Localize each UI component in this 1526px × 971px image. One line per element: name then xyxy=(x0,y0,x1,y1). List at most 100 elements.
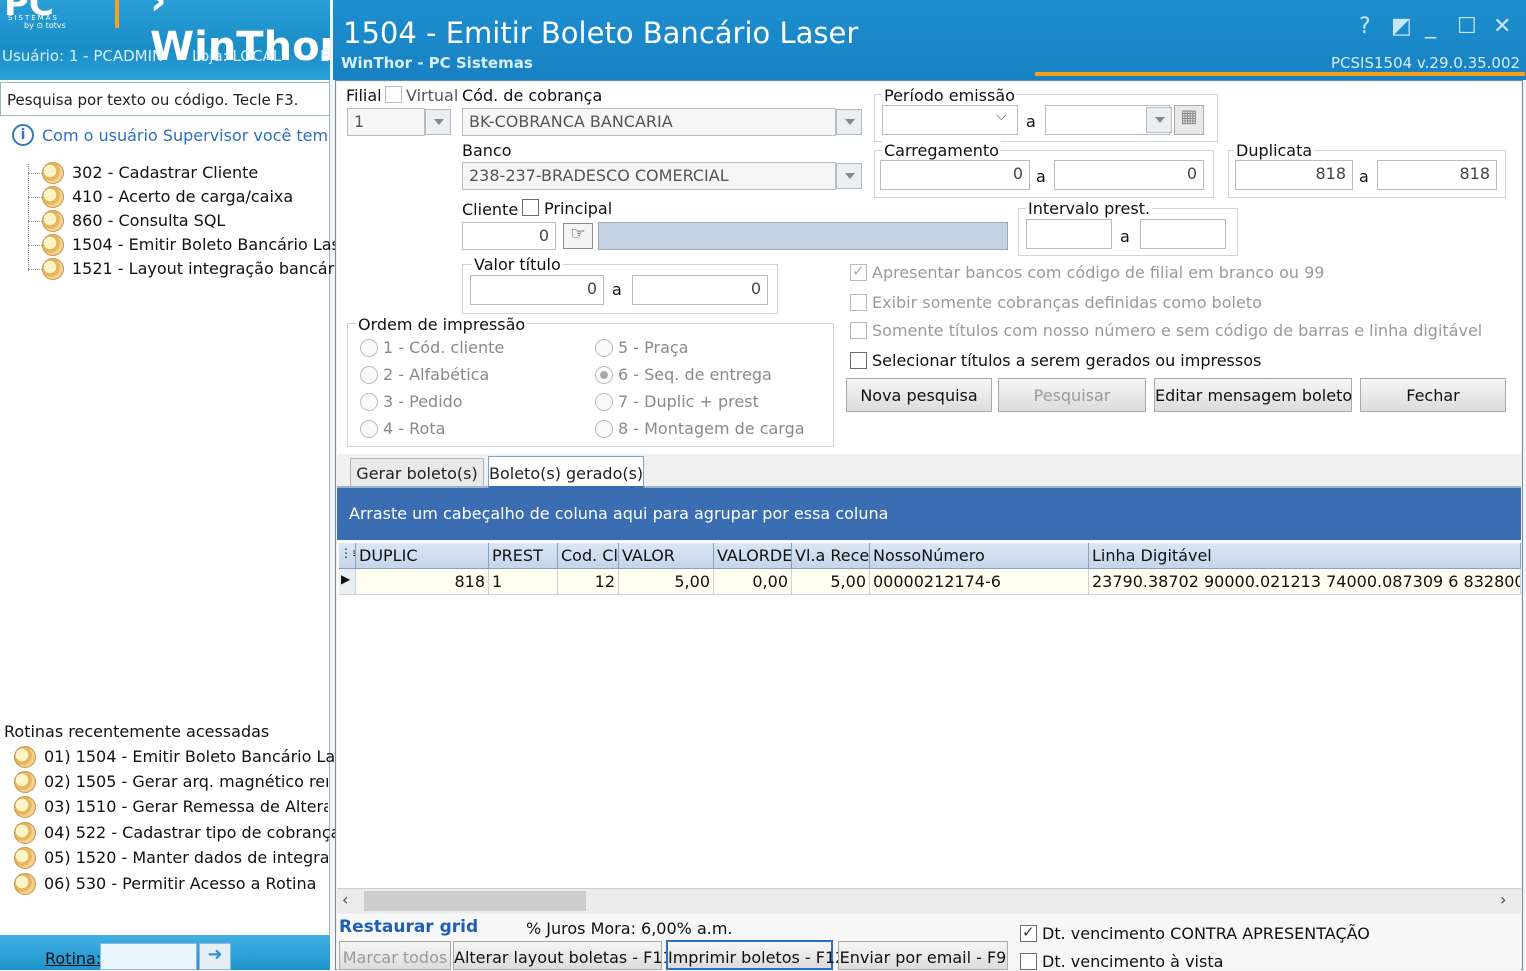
edit-window-icon[interactable]: ◩ xyxy=(1391,14,1412,39)
table-row-cell-valorde[interactable]: 0,00 xyxy=(714,569,792,595)
table-row-cell-nosso-numero[interactable]: 00000212174-6 xyxy=(870,569,1089,595)
chevron-down-icon[interactable] xyxy=(836,109,862,135)
tree-item-1521[interactable]: 1521 - Layout integração bancária xyxy=(72,259,348,278)
intervalo-de-input[interactable] xyxy=(1026,219,1112,249)
ordem-option-5: 5 - Praça xyxy=(618,338,689,357)
dt-vista-checkbox[interactable] xyxy=(1020,953,1037,970)
col-header-duplic[interactable]: DUPLIC xyxy=(356,543,489,569)
scrollbar-thumb[interactable] xyxy=(364,891,586,911)
chevron-down-icon[interactable] xyxy=(425,109,451,135)
alterar-layout-button[interactable]: Alterar layout boletas - F11 xyxy=(453,941,673,970)
virtual-checkbox[interactable] xyxy=(385,86,402,103)
chevron-down-icon[interactable]: ⌵ xyxy=(996,108,1007,124)
scroll-right-icon[interactable]: › xyxy=(1500,890,1506,909)
tab-gerar-boletos[interactable]: Gerar boleto(s) xyxy=(350,458,484,486)
tree-item-302[interactable]: 302 - Cadastrar Cliente xyxy=(72,163,258,182)
recent-item-2[interactable]: 02) 1505 - Gerar arq. magnético remess xyxy=(44,772,328,791)
col-header-cod-cliente[interactable]: Cod. Cl xyxy=(558,543,619,569)
cobranca-label: Cód. de cobrança xyxy=(462,86,603,105)
group-by-bar[interactable]: Arraste um cabeçalho de coluna aqui para… xyxy=(337,488,1521,540)
table-row-cell-vl-receber[interactable]: 5,00 xyxy=(792,569,870,595)
tree-item-410[interactable]: 410 - Acerto de carga/caixa xyxy=(72,187,293,206)
exibir-boleto-checkbox[interactable] xyxy=(850,294,867,311)
cliente-name-field xyxy=(598,222,1008,250)
ordem-radio-7[interactable] xyxy=(595,393,613,411)
pesquisar-button[interactable]: Pesquisar xyxy=(998,378,1146,412)
chevron-down-icon[interactable] xyxy=(1146,107,1172,133)
arrow-right-icon[interactable]: ➜ xyxy=(199,943,231,970)
duplicata-de-input[interactable]: 818 xyxy=(1235,160,1353,190)
col-header-valorde[interactable]: VALORDE xyxy=(714,543,792,569)
ordem-radio-1[interactable] xyxy=(360,339,378,357)
recent-item-5[interactable]: 05) 1520 - Manter dados de integração xyxy=(44,848,328,867)
range-separator: a xyxy=(1359,167,1369,186)
col-header-valor[interactable]: VALOR xyxy=(619,543,714,569)
ordem-radio-6[interactable] xyxy=(595,366,613,384)
col-header-vl-receber[interactable]: Vl.a Recel xyxy=(792,543,870,569)
intervalo-ate-input[interactable] xyxy=(1140,219,1226,249)
nova-pesquisa-button[interactable]: Nova pesquisa xyxy=(846,378,992,412)
rotina-bar: Rotina: ➜ xyxy=(0,935,330,970)
window-title-bar: 1504 - Emitir Boleto Bancário Laser WinT… xyxy=(333,0,1526,80)
col-header-prest[interactable]: PREST xyxy=(489,543,558,569)
tree-item-860[interactable]: 860 - Consulta SQL xyxy=(72,211,225,230)
table-row-cell-duplic[interactable]: 818 xyxy=(356,569,489,595)
recent-item-6[interactable]: 06) 530 - Permitir Acesso a Rotina xyxy=(44,874,316,893)
table-row-cell-prest[interactable]: 1 xyxy=(489,569,558,595)
ordem-radio-5[interactable] xyxy=(595,339,613,357)
cobranca-select[interactable]: BK-COBRANCA BANCARIA xyxy=(462,108,836,136)
minimize-icon[interactable]: _ xyxy=(1425,14,1436,39)
info-icon: i xyxy=(12,124,34,146)
scroll-left-icon[interactable]: ‹ xyxy=(342,890,348,909)
restaurar-grid-link[interactable]: Restaurar grid xyxy=(339,917,478,937)
ordem-radio-4[interactable] xyxy=(360,420,378,438)
principal-checkbox[interactable] xyxy=(522,199,539,216)
fechar-button[interactable]: Fechar xyxy=(1360,378,1506,412)
routine-icon xyxy=(14,771,36,793)
table-row-cell-cod-cliente[interactable]: 12 xyxy=(558,569,619,595)
marcar-todos-button[interactable]: Marcar todos xyxy=(339,941,451,970)
table-row-cell-linha-digitavel[interactable]: 23790.38702 90000.021213 74000.087309 6 … xyxy=(1089,569,1521,595)
left-header: PC SISTEMAS by ⊙ totvs › WinThor Usuário… xyxy=(0,0,330,80)
ordem-radio-8[interactable] xyxy=(595,420,613,438)
routine-icon xyxy=(42,186,64,208)
ordem-radio-2[interactable] xyxy=(360,366,378,384)
col-header-nosso-numero[interactable]: NossoNúmero xyxy=(870,543,1089,569)
routine-search-input[interactable]: Pesquisa por texto ou código. Tecle F3. xyxy=(0,82,330,116)
hand-pointer-icon[interactable]: ☞ xyxy=(563,223,593,249)
imprimir-boletos-button[interactable]: Imprimir boletos - F12 xyxy=(666,940,845,970)
duplicata-ate-input[interactable]: 818 xyxy=(1377,160,1497,190)
help-icon[interactable]: ? xyxy=(1359,14,1371,39)
ordem-radio-3[interactable] xyxy=(360,393,378,411)
carregamento-de-input[interactable]: 0 xyxy=(880,160,1030,190)
grid-options-icon[interactable]: ⋮≡ xyxy=(339,543,356,569)
tree-item-1504[interactable]: 1504 - Emitir Boleto Bancário Laser xyxy=(72,235,356,254)
maximize-icon[interactable]: ☐ xyxy=(1457,14,1477,39)
carregamento-ate-input[interactable]: 0 xyxy=(1054,160,1204,190)
recent-item-1[interactable]: 01) 1504 - Emitir Boleto Bancário Laser xyxy=(44,747,360,766)
intervalo-label: Intervalo prest. xyxy=(1026,199,1153,218)
bancos-filial-checkbox[interactable] xyxy=(850,262,867,281)
filial-select[interactable]: 1 xyxy=(347,108,425,136)
close-icon[interactable]: ✕ xyxy=(1493,14,1511,39)
ordem-option-8: 8 - Montagem de carga xyxy=(618,419,805,438)
chevron-down-icon[interactable] xyxy=(836,163,862,189)
selecionar-titulos-checkbox[interactable] xyxy=(850,352,867,369)
routine-icon xyxy=(14,847,36,869)
editar-mensagem-button[interactable]: Editar mensagem boleto xyxy=(1154,378,1352,412)
valor-de-input[interactable]: 0 xyxy=(470,275,604,305)
calendar-icon[interactable]: ▦ xyxy=(1174,105,1204,135)
enviar-email-button[interactable]: Enviar por email - F9 xyxy=(838,941,1008,970)
dt-contra-apresentacao-checkbox[interactable] xyxy=(1020,923,1037,942)
rotina-input[interactable] xyxy=(100,943,197,970)
recent-item-4[interactable]: 04) 522 - Cadastrar tipo de cobrança xyxy=(44,823,340,842)
recent-item-3[interactable]: 03) 1510 - Gerar Remessa de Alteração xyxy=(44,797,328,816)
cliente-input[interactable]: 0 xyxy=(462,222,556,250)
banco-select[interactable]: 238-237-BRADESCO COMERCIAL xyxy=(462,162,836,190)
col-header-linha-digitavel[interactable]: Linha Digitável xyxy=(1089,543,1521,569)
tab-boletos-gerados[interactable]: Boleto(s) gerado(s) xyxy=(488,456,644,488)
tree-connector xyxy=(28,164,29,271)
valor-ate-input[interactable]: 0 xyxy=(632,275,768,305)
table-row-cell-valor[interactable]: 5,00 xyxy=(619,569,714,595)
somente-titulos-checkbox[interactable] xyxy=(850,322,867,339)
